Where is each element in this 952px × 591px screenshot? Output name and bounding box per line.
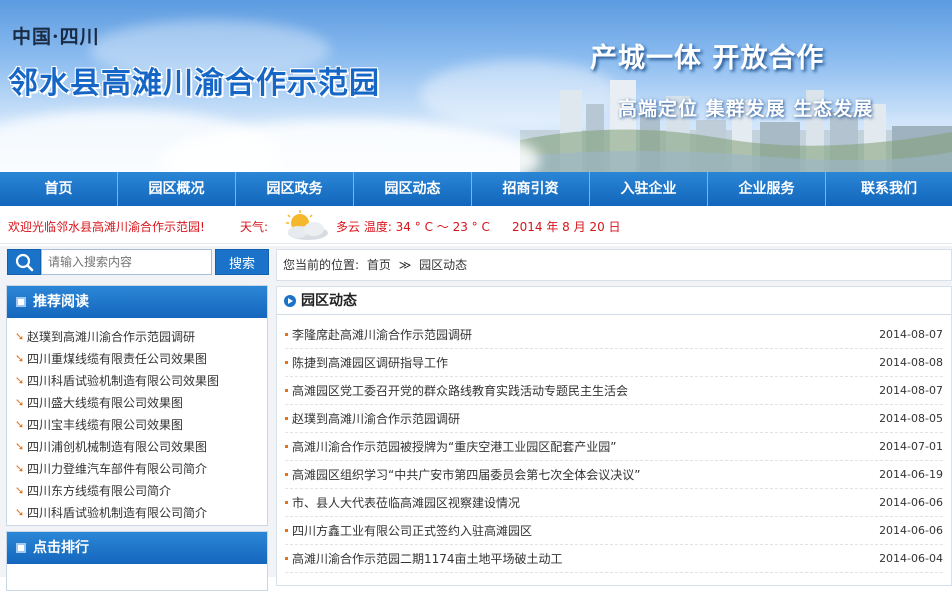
nav-item-government-affairs[interactable]: 园区政务 (236, 172, 354, 206)
section-square-icon (16, 297, 26, 307)
recommended-reading-header: 推荐阅读 (7, 286, 267, 318)
info-bar: 欢迎光临邻水县高滩川渝合作示范园! 天气: 多云 温度: 34 ° C ～ 23… (0, 206, 952, 244)
news-item-title[interactable]: 李隆席赴高滩川渝合作示范园调研 (292, 328, 472, 342)
bullet-icon (285, 361, 288, 364)
news-item-title[interactable]: 高滩园区党工委召开党的群众路线教育实践活动专题民主生活会 (292, 384, 628, 398)
news-list: 李隆席赴高滩川渝合作示范园调研 2014-08-07 陈捷到高滩园区调研指导工作 2… (277, 315, 951, 573)
bullet-icon (285, 501, 288, 504)
arrow-right-icon: ➘ (15, 440, 25, 453)
news-item-title[interactable]: 高滩川渝合作示范园二期1174亩土地平场破土动工 (292, 552, 563, 566)
news-item-date: 2014-06-06 (879, 496, 943, 509)
list-item[interactable]: ➘ 四川力登维汽车部件有限公司简介 (15, 458, 267, 480)
news-item[interactable]: 高滩川渝合作示范园被授牌为“重庆空港工业园区配套产业园” 2014-07-01 (285, 433, 943, 461)
news-item[interactable]: 李隆席赴高滩川渝合作示范园调研 2014-08-07 (285, 321, 943, 349)
content-area: 搜索 推荐阅读 ➘赵璞到高滩川渝合作示范园调研 ➘四川重煤线缆有限责任公司效果图… (0, 246, 952, 591)
news-header: 园区动态 (277, 287, 951, 315)
arrow-right-icon: ➘ (15, 462, 25, 475)
list-item[interactable]: ➘ 四川重煤线缆有限责任公司效果图 (15, 348, 267, 370)
news-item-date: 2014-08-07 (879, 328, 943, 341)
news-title: 园区动态 (301, 293, 357, 309)
banner-slogan-sub: 高端定位 集群发展 生态发展 (618, 98, 874, 120)
arrow-right-icon: ➘ (15, 418, 25, 431)
weather-text: 多云 温度: 34 ° C ～ 23 ° C (336, 220, 490, 234)
arrow-right-icon: ➘ (15, 506, 25, 519)
list-item[interactable]: ➘ 四川东方线缆有限公司简介 (15, 480, 267, 502)
news-item[interactable]: 高滩川渝合作示范园二期1174亩土地平场破土动工 2014-06-04 (285, 545, 943, 573)
news-item[interactable]: 高滩园区党工委召开党的群众路线教育实践活动专题民主生活会 2014-08-07 (285, 377, 943, 405)
nav-item-enterprises[interactable]: 入驻企业 (590, 172, 708, 206)
arrow-right-icon: ➘ (15, 330, 25, 343)
news-item-date: 2014-06-06 (879, 524, 943, 537)
news-item-date: 2014-06-19 (879, 468, 943, 481)
breadcrumb-separator: ≫ (398, 258, 412, 272)
arrow-right-icon: ➘ (15, 374, 25, 387)
bullet-icon (285, 529, 288, 532)
main-nav: 首页 园区概况 园区政务 园区动态 招商引资 入驻企业 企业服务 联系我们 (0, 172, 952, 206)
news-item-date: 2014-08-07 (879, 384, 943, 397)
click-ranking-title: 点击排行 (33, 540, 89, 556)
news-item[interactable]: 高滩园区组织学习“中共广安市第四届委员会第七次全体会议决议” 2014-06-19 (285, 461, 943, 489)
news-item[interactable]: 赵璞到高滩川渝合作示范园调研 2014-08-05 (285, 405, 943, 433)
list-item[interactable]: ➘ 四川宝丰线缆有限公司效果图 (15, 414, 267, 436)
header-banner: 中国·四川 邻水县高滩川渝合作示范园 产城一体 开放合作 高端定位 集群发展 生… (0, 0, 952, 172)
news-item-title[interactable]: 陈捷到高滩园区调研指导工作 (292, 356, 448, 370)
recommended-reading-panel: 推荐阅读 ➘ 赵璞到高滩川渝合作示范园调研 ➘ 四川重煤线缆有限责任公司效果图 ➘ 四… (6, 285, 268, 526)
nav-item-overview[interactable]: 园区概况 (118, 172, 236, 206)
news-item-date: 2014-07-01 (879, 440, 943, 453)
news-item-title[interactable]: 高滩园区组织学习“中共广安市第四届委员会第七次全体会议决议” (292, 468, 640, 482)
click-ranking-panel: 点击排行 (6, 531, 268, 591)
banner-country-label: 中国·四川 (12, 26, 100, 48)
search-icon[interactable] (7, 249, 41, 275)
list-item[interactable]: ➘ 四川盛大线缆有限公司效果图 (15, 392, 267, 414)
site-title: 邻水县高滩川渝合作示范园 (8, 66, 380, 101)
bullet-icon (285, 417, 288, 420)
bullet-icon (285, 557, 288, 560)
news-item[interactable]: 市、县人大代表莅临高滩园区视察建设情况 2014-06-06 (285, 489, 943, 517)
list-item[interactable]: ➘ 四川科盾试验机制造有限公司简介 (15, 502, 267, 524)
current-date: 2014 年 8 月 20 日 (512, 220, 621, 234)
arrow-right-icon: ➘ (15, 396, 25, 409)
arrow-right-icon: ➘ (15, 352, 25, 365)
breadcrumb-home-link[interactable]: 首页 (367, 258, 391, 272)
section-square-icon (16, 543, 26, 553)
news-item[interactable]: 陈捷到高滩园区调研指导工作 2014-08-08 (285, 349, 943, 377)
breadcrumb: 您当前的位置: 首页 ≫ 园区动态 (276, 249, 952, 281)
news-item-title[interactable]: 四川方鑫工业有限公司正式签约入驻高滩园区 (292, 524, 532, 538)
nav-item-home[interactable]: 首页 (0, 172, 118, 206)
news-item-title[interactable]: 市、县人大代表莅临高滩园区视察建设情况 (292, 496, 520, 510)
news-item[interactable]: 四川方鑫工业有限公司正式签约入驻高滩园区 2014-06-06 (285, 517, 943, 545)
recommended-reading-title: 推荐阅读 (33, 294, 89, 310)
news-panel: 园区动态 李隆席赴高滩川渝合作示范园调研 2014-08-07 陈捷到高滩园区调研… (276, 286, 952, 586)
search-bar: 搜索 (7, 249, 269, 275)
search-input[interactable] (41, 249, 212, 275)
news-item-date: 2014-08-08 (879, 356, 943, 369)
bullet-icon (285, 445, 288, 448)
breadcrumb-current[interactable]: 园区动态 (419, 258, 467, 272)
welcome-message: 欢迎光临邻水县高滩川渝合作示范园! (8, 220, 205, 234)
recommended-list: ➘ 赵璞到高滩川渝合作示范园调研 ➘ 四川重煤线缆有限责任公司效果图 ➘ 四川科盾试验… (7, 318, 267, 524)
bullet-icon (285, 333, 288, 336)
click-ranking-header: 点击排行 (7, 532, 267, 564)
banner-slogan-main: 产城一体 开放合作 (590, 43, 825, 74)
news-item-title[interactable]: 赵璞到高滩川渝合作示范园调研 (292, 412, 460, 426)
bullet-icon (285, 473, 288, 476)
search-button[interactable]: 搜索 (215, 249, 269, 275)
news-item-date: 2014-08-05 (879, 412, 943, 425)
list-item[interactable]: ➘ 四川浦创机械制造有限公司效果图 (15, 436, 267, 458)
nav-item-investment[interactable]: 招商引资 (472, 172, 590, 206)
news-item-title[interactable]: 高滩川渝合作示范园被授牌为“重庆空港工业园区配套产业园” (292, 440, 616, 454)
partly-cloudy-icon (286, 210, 328, 240)
weather-label: 天气: (240, 220, 269, 234)
nav-item-contact[interactable]: 联系我们 (826, 172, 952, 206)
nav-item-news[interactable]: 园区动态 (354, 172, 472, 206)
play-circle-icon (284, 295, 296, 307)
arrow-right-icon: ➘ (15, 484, 25, 497)
list-item[interactable]: ➘ 四川科盾试验机制造有限公司效果图 (15, 370, 267, 392)
news-item-date: 2014-06-04 (879, 552, 943, 565)
nav-item-enterprise-services[interactable]: 企业服务 (708, 172, 826, 206)
bullet-icon (285, 389, 288, 392)
list-item[interactable]: ➘ 赵璞到高滩川渝合作示范园调研 (15, 326, 267, 348)
breadcrumb-prefix: 您当前的位置: (283, 258, 360, 272)
